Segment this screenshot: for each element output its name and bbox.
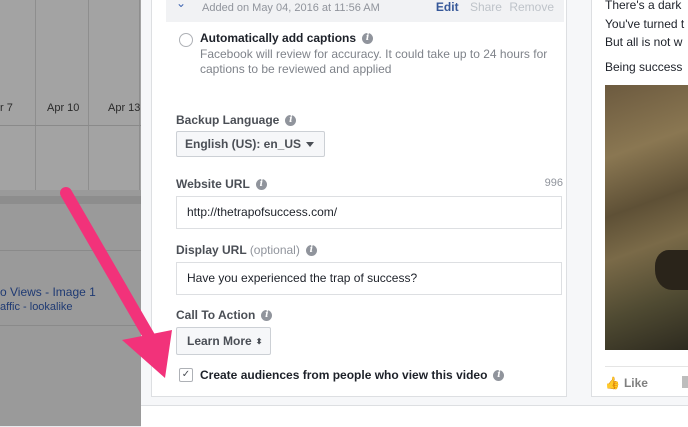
website-url-label-text: Website URL — [176, 177, 250, 191]
create-audiences-checkbox[interactable]: ✓ — [179, 368, 193, 382]
auto-captions-description: Facebook will review for accuracy. It co… — [200, 47, 548, 76]
edit-ad-modal: ⌄ Added on May 04, 2016 at 11:56 AM Edit… — [141, 0, 688, 427]
caption-actions: Edit Share Remove — [436, 0, 554, 14]
auto-captions-title: Automatically add captions i — [200, 31, 374, 45]
like-button[interactable]: 👍 Like — [605, 376, 648, 390]
info-icon[interactable]: i — [261, 310, 273, 322]
info-icon[interactable]: i — [285, 115, 297, 127]
call-to-action-label: Call To Action i — [176, 308, 273, 322]
character-counter: 996 — [544, 177, 563, 189]
preview-text-line: There's a dark — [605, 0, 682, 12]
axis-label: r 7 — [0, 102, 13, 114]
video-subject — [655, 250, 688, 290]
info-icon[interactable]: i — [255, 179, 267, 191]
preview-text-line: You've turned t — [605, 17, 685, 31]
info-icon[interactable]: i — [362, 33, 374, 45]
call-to-action-value: Learn More — [187, 334, 252, 348]
background-page: r 7 Apr 10 Apr 13 o Views - Image 1 affi… — [0, 0, 141, 426]
comment-icon[interactable] — [682, 376, 688, 388]
ad-preview: There's a dark You've turned t But all i… — [591, 0, 688, 397]
row-divider — [0, 250, 141, 251]
like-label: Like — [623, 376, 648, 390]
display-url-input[interactable]: Have you experienced the trap of success… — [176, 262, 562, 295]
grid-line — [35, 0, 36, 190]
caption-file-row: ⌄ Added on May 04, 2016 at 11:56 AM Edit… — [166, 0, 564, 22]
caption-share-link[interactable]: Share — [470, 0, 502, 14]
preview-text-line: Being success — [605, 60, 683, 74]
info-icon[interactable]: i — [493, 370, 505, 382]
up-down-icon: ⬍ — [255, 336, 263, 346]
auto-captions-radio[interactable] — [179, 33, 193, 47]
auto-captions-label: Automatically add captions — [200, 31, 357, 45]
background-chart: r 7 Apr 10 Apr 13 — [0, 0, 141, 190]
backup-language-value: English (US): en_US — [185, 137, 302, 151]
ad-name-link[interactable]: o Views - Image 1 — [0, 285, 96, 299]
create-audiences-label: Create audiences from people who view th… — [200, 368, 505, 382]
grid-line — [139, 0, 140, 190]
section-divider — [0, 196, 141, 204]
caption-edit-link[interactable]: Edit — [436, 0, 459, 14]
chevron-down-icon[interactable]: ⌄ — [176, 0, 186, 10]
website-url-input[interactable]: http://thetrapofsuccess.com/ — [176, 196, 562, 229]
ad-set-link[interactable]: affic - lookalike — [0, 301, 73, 313]
caption-remove-link[interactable]: Remove — [509, 0, 554, 14]
optional-tag: (optional) — [249, 243, 300, 257]
call-to-action-select[interactable]: Learn More ⬍ — [176, 327, 272, 355]
caret-down-icon — [306, 142, 315, 148]
website-url-label: Website URL i — [176, 177, 267, 191]
backup-language-label-text: Backup Language — [176, 113, 280, 127]
backup-language-label: Backup Language i — [176, 113, 297, 127]
caption-added-date: Added on May 04, 2016 at 11:56 AM — [202, 2, 380, 14]
call-to-action-label-text: Call To Action — [176, 308, 256, 322]
thumbs-up-icon: 👍 — [605, 376, 620, 390]
grid-line — [88, 0, 89, 190]
backup-language-dropdown[interactable]: English (US): en_US — [176, 131, 326, 157]
display-url-label-text: Display URL — [176, 243, 247, 257]
info-icon[interactable]: i — [305, 245, 317, 257]
preview-divider — [605, 366, 688, 367]
preview-video-thumbnail[interactable] — [605, 85, 688, 350]
create-audiences-text: Create audiences from people who view th… — [200, 368, 488, 382]
ad-form: ⌄ Added on May 04, 2016 at 11:56 AM Edit… — [151, 0, 567, 397]
modal-footer — [141, 405, 688, 427]
row-divider — [0, 325, 141, 326]
grid-line — [0, 125, 141, 126]
preview-text-line: But all is not w — [605, 35, 683, 49]
axis-label: Apr 13 — [108, 102, 141, 114]
axis-label: Apr 10 — [47, 102, 80, 114]
display-url-label: Display URL (optional) i — [176, 243, 317, 257]
